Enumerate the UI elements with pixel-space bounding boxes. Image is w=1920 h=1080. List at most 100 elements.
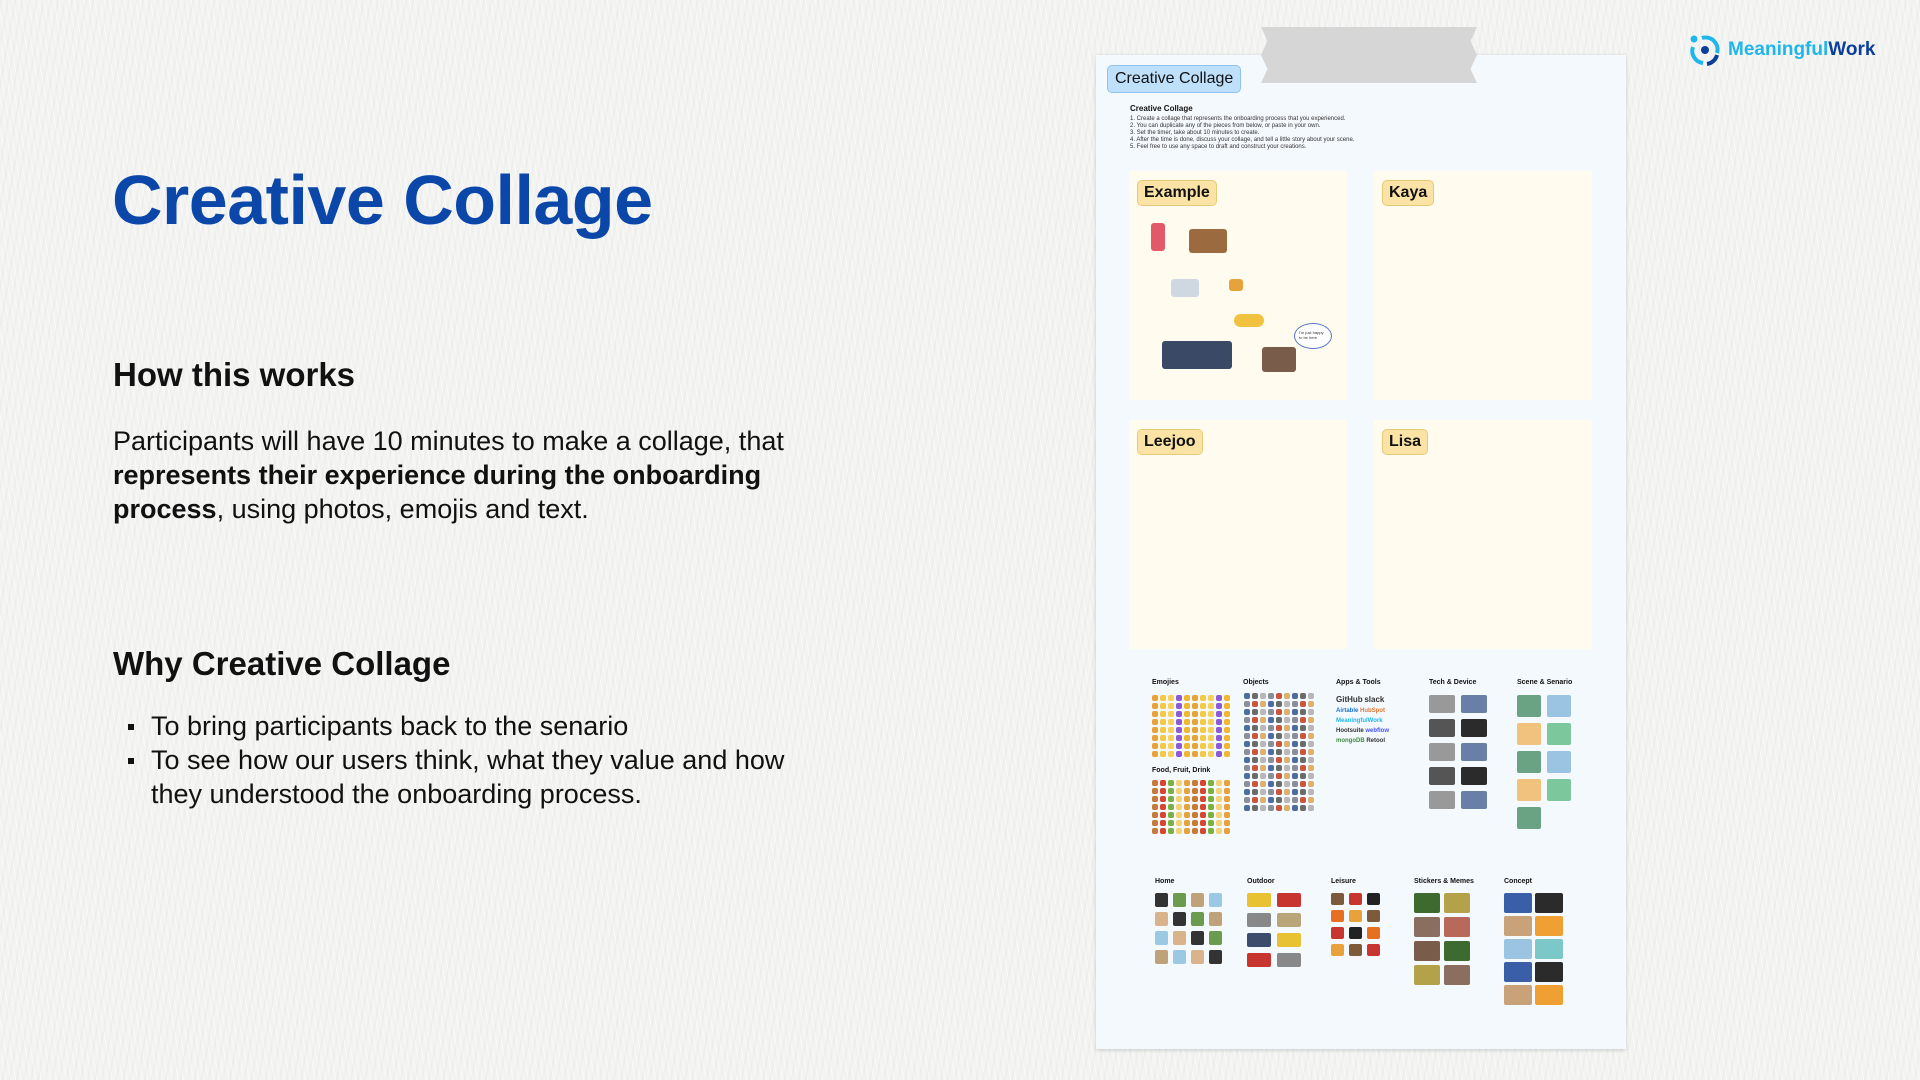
asset-thumbnail[interactable] <box>1252 805 1258 811</box>
asset-thumbnail[interactable] <box>1160 812 1166 818</box>
asset-thumbnail[interactable] <box>1176 796 1182 802</box>
asset-thumbnail[interactable] <box>1247 953 1271 967</box>
asset-thumbnail[interactable] <box>1200 743 1206 749</box>
asset-thumbnail[interactable] <box>1184 743 1190 749</box>
asset-thumbnail[interactable] <box>1208 780 1214 786</box>
asset-thumbnail[interactable] <box>1224 735 1230 741</box>
asset-thumbnail[interactable] <box>1535 939 1563 959</box>
asset-thumbnail[interactable] <box>1160 695 1166 701</box>
asset-thumbnail[interactable] <box>1160 796 1166 802</box>
card-lisa[interactable]: Lisa <box>1374 420 1592 649</box>
asset-thumbnail[interactable] <box>1184 780 1190 786</box>
asset-thumbnail[interactable] <box>1461 743 1487 761</box>
asset-thumbnail[interactable] <box>1209 893 1222 907</box>
asset-thumbnail[interactable] <box>1547 695 1571 717</box>
asset-thumbnail[interactable] <box>1160 828 1166 834</box>
asset-thumbnail[interactable] <box>1429 719 1455 737</box>
asset-thumbnail[interactable] <box>1276 781 1282 787</box>
asset-thumbnail[interactable] <box>1284 773 1290 779</box>
asset-thumbnail[interactable] <box>1216 695 1222 701</box>
asset-thumbnail[interactable] <box>1535 916 1563 936</box>
asset-thumbnail[interactable] <box>1191 893 1204 907</box>
asset-thumbnail[interactable] <box>1200 820 1206 826</box>
asset-thumbnail[interactable] <box>1168 812 1174 818</box>
asset-thumbnail[interactable] <box>1276 693 1282 699</box>
asset-thumbnail[interactable] <box>1176 828 1182 834</box>
asset-thumbnail[interactable] <box>1244 725 1250 731</box>
asset-thumbnail[interactable] <box>1260 757 1266 763</box>
asset-thumbnail[interactable] <box>1224 703 1230 709</box>
asset-thumbnail[interactable] <box>1284 765 1290 771</box>
asset-thumbnail[interactable] <box>1308 757 1314 763</box>
asset-thumbnail[interactable] <box>1200 812 1206 818</box>
asset-thumbnail[interactable] <box>1191 931 1204 945</box>
asset-thumbnail[interactable] <box>1168 695 1174 701</box>
asset-thumbnail[interactable] <box>1152 751 1158 757</box>
asset-thumbnail[interactable] <box>1276 701 1282 707</box>
asset-thumbnail[interactable] <box>1224 812 1230 818</box>
asset-thumbnail[interactable] <box>1216 711 1222 717</box>
asset-thumbnail[interactable] <box>1208 820 1214 826</box>
asset-thumbnail[interactable] <box>1224 788 1230 794</box>
asset-thumbnail[interactable] <box>1252 741 1258 747</box>
asset-thumbnail[interactable] <box>1184 727 1190 733</box>
asset-thumbnail[interactable] <box>1300 733 1306 739</box>
asset-thumbnail[interactable] <box>1504 962 1532 982</box>
asset-thumbnail[interactable] <box>1268 741 1274 747</box>
asset-thumbnail[interactable] <box>1184 820 1190 826</box>
asset-thumbnail[interactable] <box>1244 773 1250 779</box>
asset-thumbnail[interactable] <box>1276 709 1282 715</box>
asset-thumbnail[interactable] <box>1284 709 1290 715</box>
asset-thumbnail[interactable] <box>1224 711 1230 717</box>
asset-thumbnail[interactable] <box>1300 789 1306 795</box>
asset-thumbnail[interactable] <box>1176 703 1182 709</box>
asset-thumbnail[interactable] <box>1168 751 1174 757</box>
asset-thumbnail[interactable] <box>1268 709 1274 715</box>
asset-thumbnail[interactable] <box>1308 741 1314 747</box>
asset-thumbnail[interactable] <box>1173 950 1186 964</box>
asset-thumbnail[interactable] <box>1160 820 1166 826</box>
asset-thumbnail[interactable] <box>1192 812 1198 818</box>
asset-thumbnail[interactable] <box>1349 927 1362 939</box>
asset-thumbnail[interactable] <box>1176 780 1182 786</box>
asset-thumbnail[interactable] <box>1200 788 1206 794</box>
asset-thumbnail[interactable] <box>1300 701 1306 707</box>
asset-thumbnail[interactable] <box>1184 812 1190 818</box>
asset-thumbnail[interactable] <box>1160 780 1166 786</box>
asset-thumbnail[interactable] <box>1176 788 1182 794</box>
asset-thumbnail[interactable] <box>1414 917 1440 937</box>
asset-thumbnail[interactable] <box>1192 719 1198 725</box>
asset-thumbnail[interactable] <box>1160 703 1166 709</box>
asset-thumbnail[interactable] <box>1200 796 1206 802</box>
asset-thumbnail[interactable] <box>1224 780 1230 786</box>
asset-thumbnail[interactable] <box>1308 733 1314 739</box>
asset-thumbnail[interactable] <box>1152 796 1158 802</box>
asset-thumbnail[interactable] <box>1268 701 1274 707</box>
asset-thumbnail[interactable] <box>1517 751 1541 773</box>
asset-thumbnail[interactable] <box>1429 743 1455 761</box>
asset-thumbnail[interactable] <box>1224 719 1230 725</box>
asset-thumbnail[interactable] <box>1168 780 1174 786</box>
asset-thumbnail[interactable] <box>1260 733 1266 739</box>
asset-thumbnail[interactable] <box>1292 725 1298 731</box>
asset-thumbnail[interactable] <box>1547 751 1571 773</box>
asset-thumbnail[interactable] <box>1224 751 1230 757</box>
asset-thumbnail[interactable] <box>1367 893 1380 905</box>
asset-thumbnail[interactable] <box>1276 757 1282 763</box>
asset-thumbnail[interactable] <box>1152 703 1158 709</box>
asset-thumbnail[interactable] <box>1268 717 1274 723</box>
asset-thumbnail[interactable] <box>1276 741 1282 747</box>
asset-thumbnail[interactable] <box>1276 789 1282 795</box>
asset-thumbnail[interactable] <box>1155 931 1168 945</box>
asset-thumbnail[interactable] <box>1444 941 1470 961</box>
asset-thumbnail[interactable] <box>1504 985 1532 1005</box>
asset-thumbnail[interactable] <box>1152 820 1158 826</box>
asset-thumbnail[interactable] <box>1444 965 1470 985</box>
asset-thumbnail[interactable] <box>1268 693 1274 699</box>
asset-thumbnail[interactable] <box>1260 765 1266 771</box>
asset-thumbnail[interactable] <box>1292 781 1298 787</box>
asset-thumbnail[interactable] <box>1244 805 1250 811</box>
asset-thumbnail[interactable] <box>1300 805 1306 811</box>
asset-thumbnail[interactable] <box>1252 765 1258 771</box>
asset-thumbnail[interactable] <box>1184 788 1190 794</box>
